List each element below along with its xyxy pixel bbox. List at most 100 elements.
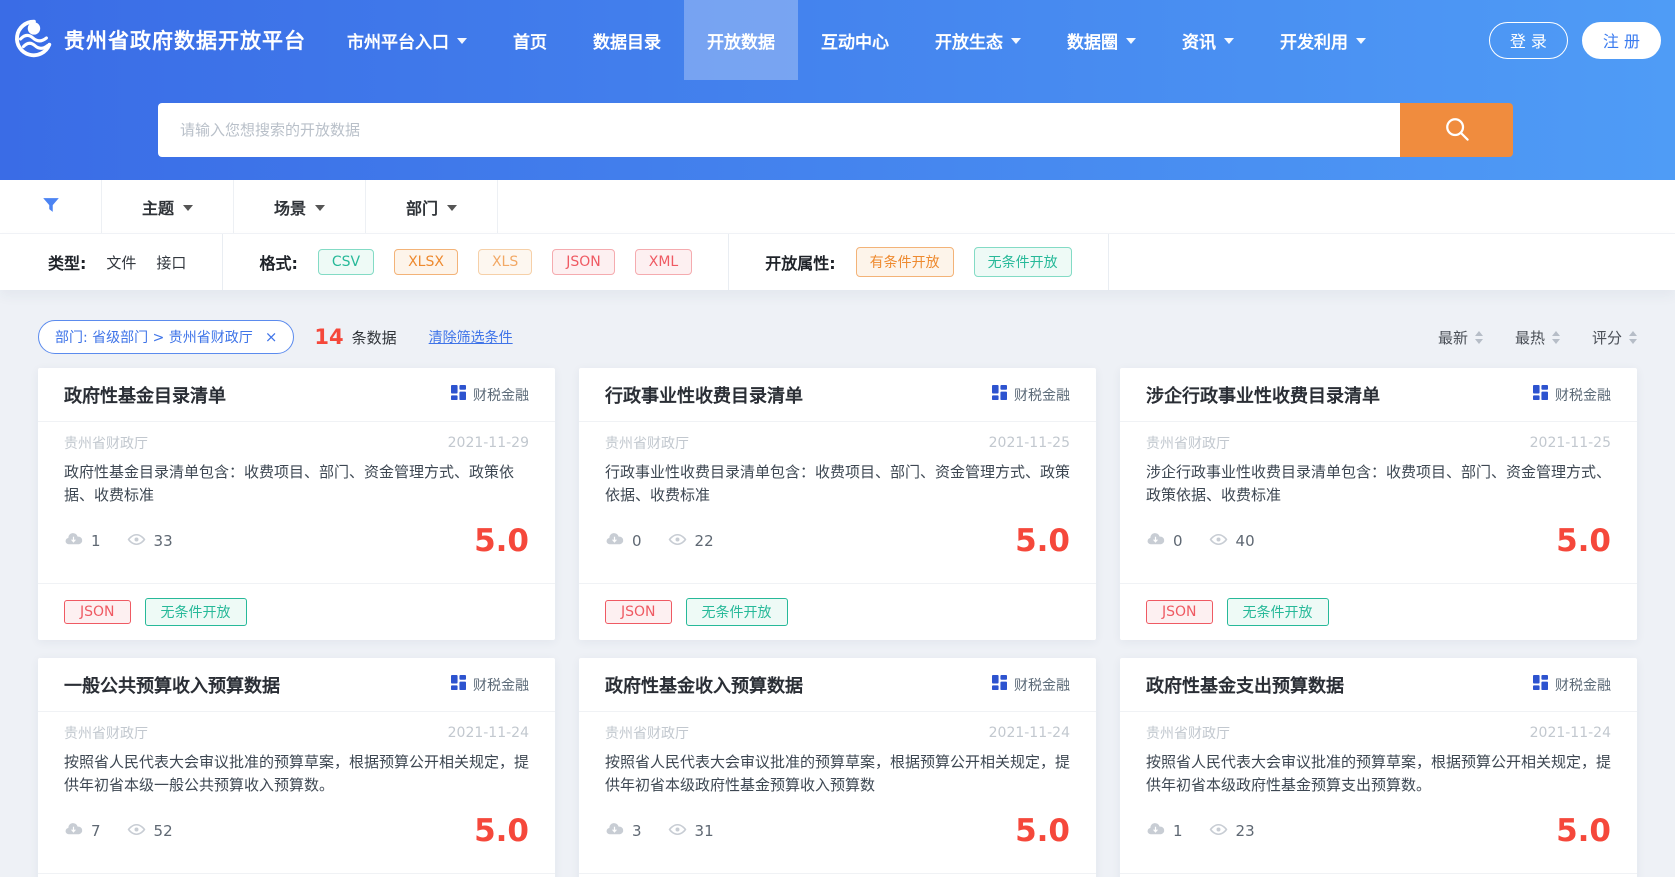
chevron-down-icon — [315, 205, 325, 211]
category-icon — [1533, 675, 1548, 694]
sort-rating[interactable]: 评分 — [1592, 327, 1637, 348]
site-title: 贵州省政府数据开放平台 — [64, 25, 306, 55]
nav-item-label: 数据圈 — [1067, 28, 1118, 53]
open-attr-tag: 无条件开放 — [145, 598, 247, 626]
filter-scene[interactable]: 场景 — [234, 180, 366, 233]
dataset-date: 2021-11-29 — [448, 435, 529, 451]
type-option-file[interactable]: 文件 — [106, 252, 136, 273]
dataset-card[interactable]: 行政事业性收费目录清单 财税金融 贵州省财政厅 2021-11-25 行政事业性… — [579, 368, 1096, 640]
format-filter-xml[interactable]: XML — [635, 249, 692, 275]
download-icon — [1146, 820, 1165, 843]
format-filter-xls[interactable]: XLS — [478, 249, 532, 275]
nav-item-open-ecosystem[interactable]: 开放生态 — [912, 0, 1044, 80]
dataset-date: 2021-11-25 — [1530, 435, 1611, 451]
dataset-card[interactable]: 政府性基金支出预算数据 财税金融 贵州省财政厅 2021-11-24 按照省人民… — [1120, 658, 1637, 877]
filter-department-label: 部门 — [406, 195, 438, 219]
clear-filters-link[interactable]: 清除筛选条件 — [429, 327, 513, 347]
login-button[interactable]: 登 录 — [1489, 22, 1568, 59]
nav-item-home[interactable]: 首页 — [490, 0, 570, 80]
format-tag: JSON — [1146, 600, 1213, 624]
view-count: 23 — [1236, 822, 1255, 840]
navbar: 贵州省政府数据开放平台 市州平台入口 首页 数据目录 开放数据 互动中心 — [0, 0, 1675, 80]
result-count-suffix: 条数据 — [352, 327, 397, 348]
nav-item-development[interactable]: 开发利用 — [1257, 0, 1389, 80]
filter-theme[interactable]: 主题 — [102, 180, 234, 233]
search-icon — [1442, 114, 1472, 147]
nav-item-city-portal[interactable]: 市州平台入口 — [324, 0, 490, 80]
dataset-category: 财税金融 — [1014, 675, 1070, 695]
dataset-rating: 5.0 — [474, 523, 529, 559]
download-count: 7 — [91, 822, 101, 840]
open-attr-label: 开放属性: — [765, 250, 835, 274]
download-count: 1 — [91, 532, 101, 550]
platform-logo-icon — [10, 15, 56, 65]
close-icon[interactable]: × — [265, 330, 278, 345]
nav-item-open-data[interactable]: 开放数据 — [684, 0, 798, 80]
view-count: 52 — [154, 822, 173, 840]
dataset-rating: 5.0 — [1015, 523, 1070, 559]
category-icon — [451, 385, 466, 404]
sort-hottest[interactable]: 最热 — [1515, 327, 1560, 348]
download-count: 0 — [1173, 532, 1183, 550]
chevron-down-icon — [1224, 38, 1234, 44]
open-attr-conditional[interactable]: 有条件开放 — [856, 247, 954, 277]
dataset-category: 财税金融 — [473, 385, 529, 405]
chevron-down-icon — [457, 38, 467, 44]
dataset-rating: 5.0 — [1556, 813, 1611, 849]
dataset-agency: 贵州省财政厅 — [64, 433, 148, 453]
views-icon — [127, 820, 146, 843]
register-button[interactable]: 注 册 — [1582, 22, 1661, 59]
dataset-grid: 政府性基金目录清单 财税金融 贵州省财政厅 2021-11-29 政府性基金目录… — [38, 368, 1637, 877]
dataset-card[interactable]: 涉企行政事业性收费目录清单 财税金融 贵州省财政厅 2021-11-25 涉企行… — [1120, 368, 1637, 640]
result-count: 14 — [314, 325, 343, 349]
dataset-card[interactable]: 一般公共预算收入预算数据 财税金融 贵州省财政厅 2021-11-24 按照省人… — [38, 658, 555, 877]
download-icon — [64, 820, 83, 843]
nav-item-interaction-center[interactable]: 互动中心 — [798, 0, 912, 80]
dataset-category: 财税金融 — [473, 675, 529, 695]
open-attr-unconditional[interactable]: 无条件开放 — [974, 247, 1072, 277]
chevron-down-icon — [447, 205, 457, 211]
auth-buttons: 登 录 注 册 — [1489, 0, 1661, 80]
filter-department[interactable]: 部门 — [366, 180, 498, 233]
dataset-category: 财税金融 — [1014, 385, 1070, 405]
dataset-card[interactable]: 政府性基金收入预算数据 财税金融 贵州省财政厅 2021-11-24 按照省人民… — [579, 658, 1096, 877]
dataset-rating: 5.0 — [1556, 523, 1611, 559]
format-label: 格式: — [259, 250, 297, 274]
search-hero — [0, 80, 1675, 180]
nav-item-data-circle[interactable]: 数据圈 — [1044, 0, 1159, 80]
format-filter-csv[interactable]: CSV — [318, 249, 374, 275]
nav-item-label: 开放生态 — [935, 28, 1003, 53]
format-filter-xlsx[interactable]: XLSX — [394, 249, 458, 275]
dataset-agency: 贵州省财政厅 — [1146, 433, 1230, 453]
format-group: 格式: CSV XLSX XLS JSON XML — [222, 234, 728, 290]
view-count: 33 — [154, 532, 173, 550]
views-icon — [127, 530, 146, 553]
dataset-description: 涉企行政事业性收费目录清单包含：收费项目、部门、资金管理方式、政策依据、收费标准 — [1146, 461, 1611, 507]
chevron-down-icon — [1126, 38, 1136, 44]
filter-funnel-button[interactable] — [0, 180, 102, 233]
format-filter-json[interactable]: JSON — [552, 249, 615, 275]
download-count: 1 — [1173, 822, 1183, 840]
chevron-down-icon — [183, 205, 193, 211]
open-attr-tag: 无条件开放 — [1227, 598, 1329, 626]
download-icon — [1146, 530, 1165, 553]
active-filter-chip[interactable]: 部门: 省级部门 > 贵州省财政厅 × — [38, 320, 294, 354]
dataset-card[interactable]: 政府性基金目录清单 财税金融 贵州省财政厅 2021-11-29 政府性基金目录… — [38, 368, 555, 640]
sort-newest[interactable]: 最新 — [1438, 327, 1483, 348]
type-option-api[interactable]: 接口 — [156, 252, 186, 273]
search-button[interactable] — [1400, 103, 1513, 157]
dataset-description: 按照省人民代表大会审议批准的预算草案，根据预算公开相关规定，提供年初省本级一般公… — [64, 751, 529, 797]
chevron-down-icon — [1356, 38, 1366, 44]
nav-item-data-catalog[interactable]: 数据目录 — [570, 0, 684, 80]
dataset-agency: 贵州省财政厅 — [64, 723, 148, 743]
search-input[interactable] — [158, 103, 1400, 157]
category-icon — [992, 675, 1007, 694]
brand[interactable]: 贵州省政府数据开放平台 — [10, 0, 324, 80]
dataset-agency: 贵州省财政厅 — [605, 723, 689, 743]
results-section: 部门: 省级部门 > 贵州省财政厅 × 14 条数据 清除筛选条件 最新 最热 … — [0, 320, 1675, 877]
nav-item-news[interactable]: 资讯 — [1159, 0, 1257, 80]
open-attr-group: 开放属性: 有条件开放 无条件开放 — [728, 234, 1108, 290]
page: 贵州省政府数据开放平台 市州平台入口 首页 数据目录 开放数据 互动中心 — [0, 0, 1675, 877]
download-count: 0 — [632, 532, 642, 550]
dataset-agency: 贵州省财政厅 — [605, 433, 689, 453]
